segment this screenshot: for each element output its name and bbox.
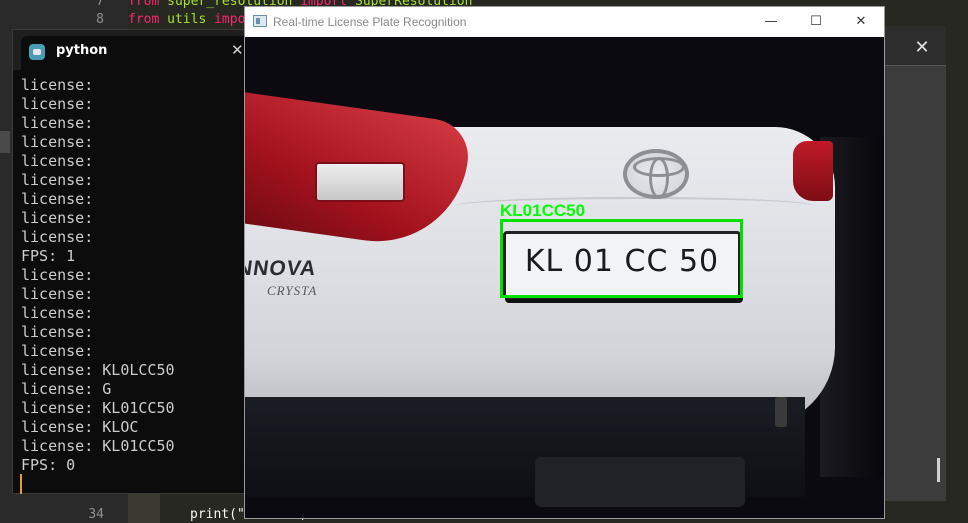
right-taillight bbox=[793, 141, 833, 201]
line-number: 34 bbox=[88, 507, 104, 522]
maximize-button[interactable]: ☐ bbox=[793, 7, 839, 37]
output-line: license: bbox=[21, 133, 94, 151]
close-button[interactable]: ✕ bbox=[838, 7, 884, 37]
line-number: 8 bbox=[96, 12, 104, 27]
code-keyword: from bbox=[128, 0, 160, 9]
output-line: license: bbox=[21, 228, 94, 246]
terminal-tab-bar: python ✕ bbox=[13, 30, 253, 70]
output-line: license: bbox=[21, 209, 94, 227]
gutter-marker bbox=[0, 131, 10, 153]
output-line: license: bbox=[21, 152, 94, 170]
car-trim-badge: CRYSTA bbox=[267, 283, 318, 298]
output-line: FPS: 0 bbox=[21, 456, 76, 474]
output-line: license: G bbox=[21, 380, 112, 398]
output-line: license: KLOC bbox=[21, 418, 139, 436]
code-keyword: from bbox=[128, 12, 160, 27]
bumper-reflector bbox=[775, 397, 787, 427]
output-line: license: bbox=[21, 171, 94, 189]
output-line: license: bbox=[21, 342, 94, 360]
close-icon[interactable]: ✕ bbox=[906, 36, 938, 60]
camera-window[interactable]: Real-time License Plate Recognition — ☐ … bbox=[244, 6, 885, 519]
terminal-output: license: license: license: license: lice… bbox=[21, 76, 249, 475]
python-terminal-icon bbox=[29, 44, 45, 60]
detection-label: KL01CC50 bbox=[500, 201, 586, 220]
car-model-badge: NNOVA bbox=[245, 257, 318, 280]
output-line: license: bbox=[21, 76, 94, 94]
output-line: FPS: 1 bbox=[21, 247, 76, 265]
bumper-recess bbox=[535, 457, 745, 507]
output-line: license: bbox=[21, 114, 94, 132]
app-window-icon bbox=[253, 15, 267, 27]
close-icon[interactable]: ✕ bbox=[231, 41, 244, 59]
toyota-logo-icon bbox=[623, 149, 689, 199]
scrollbar-thumb[interactable] bbox=[937, 458, 940, 482]
editor-side-panel bbox=[884, 26, 946, 501]
window-titlebar[interactable]: Real-time License Plate Recognition — ☐ … bbox=[245, 7, 884, 37]
terminal-window[interactable]: python ✕ license: license: license: lice… bbox=[12, 29, 253, 494]
output-line: license: bbox=[21, 190, 94, 208]
text-cursor bbox=[20, 474, 22, 494]
output-line: license: bbox=[21, 95, 94, 113]
output-line: license: bbox=[21, 266, 94, 284]
output-line: license: KL01CC50 bbox=[21, 399, 175, 417]
output-line: license: bbox=[21, 285, 94, 303]
editor-gutter-strip bbox=[128, 492, 160, 523]
detection-box bbox=[500, 219, 743, 298]
taillight-lens bbox=[315, 162, 405, 202]
output-line: license: KL0LCC50 bbox=[21, 361, 175, 379]
output-line: license: bbox=[21, 304, 94, 322]
code-line[interactable]: from utils import bbox=[128, 12, 261, 27]
code-module: utils bbox=[167, 12, 207, 27]
line-number: 7 bbox=[96, 0, 104, 9]
camera-feed: NNOVA CRYSTA KL 01 CC 50 KL01CC50 bbox=[245, 37, 884, 518]
minimize-button[interactable]: — bbox=[748, 7, 794, 37]
terminal-tab-title: python bbox=[56, 43, 108, 58]
output-line: license: KL01CC50 bbox=[21, 437, 175, 455]
output-line: license: bbox=[21, 323, 94, 341]
window-title: Real-time License Plate Recognition bbox=[273, 15, 467, 29]
